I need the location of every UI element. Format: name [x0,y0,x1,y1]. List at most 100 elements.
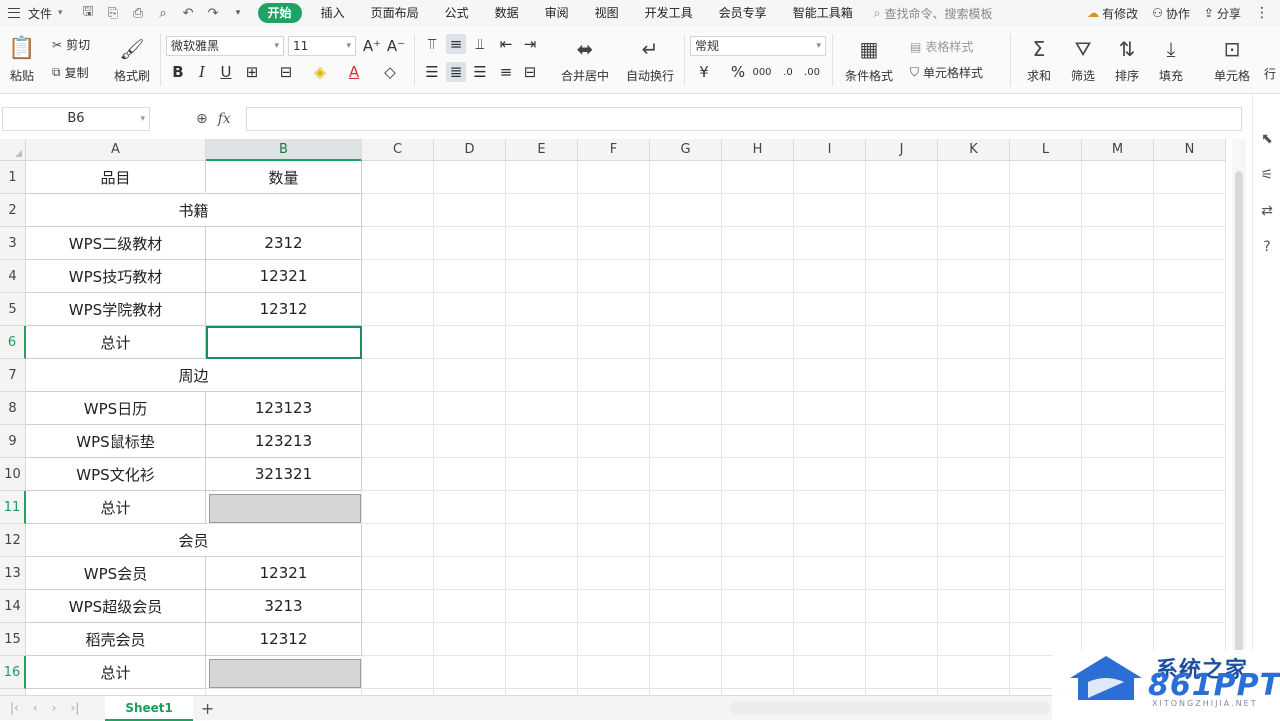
zoom-icon[interactable]: ⊕ [196,111,208,127]
merge-center-button[interactable]: ⬌ 合并居中 [554,32,616,88]
row-header-7[interactable]: 7 [0,359,26,392]
select-all-corner[interactable] [0,139,26,161]
align-center-icon[interactable]: ≣ [446,62,466,82]
save-icon[interactable]: 🖫 [81,4,96,21]
table-style-button[interactable]: ▤ 表格样式 [910,38,973,55]
paste-button[interactable]: 📋 粘贴 [4,32,40,88]
row-header-8[interactable]: 8 [0,392,26,425]
row-header-3[interactable]: 3 [0,227,26,260]
cell-b5[interactable]: 12312 [206,293,362,326]
tab-formulas[interactable]: 公式 [432,0,482,26]
fill-button[interactable]: ⤓ 填充 [1150,32,1192,88]
more-icon[interactable]: ⋮ [1255,5,1270,21]
increase-font-icon[interactable]: A⁺ [362,36,382,56]
tab-developer[interactable]: 开发工具 [632,0,706,26]
collaborate-button[interactable]: ⚇ 协作 [1152,5,1190,22]
cell-b16[interactable] [209,659,361,688]
tab-view[interactable]: 视图 [582,0,632,26]
column-header-b[interactable]: B [206,139,362,161]
row-header-1[interactable]: 1 [0,161,26,194]
row-header-13[interactable]: 13 [0,557,26,590]
cell-b1[interactable]: 数量 [206,161,362,194]
column-header-f[interactable]: F [578,139,650,161]
file-menu[interactable]: 文件 ▾ [0,0,71,26]
cell-a7-merged[interactable]: 周边 [26,359,362,392]
settings-slider-icon[interactable]: ⚟ [1258,166,1276,184]
eraser-icon[interactable]: ◇ [380,62,400,82]
cell-b8[interactable]: 123123 [206,392,362,425]
column-header-l[interactable]: L [1010,139,1082,161]
scrollbar-thumb[interactable] [1235,171,1243,661]
sort-button[interactable]: ⇅ 排序 [1106,32,1148,88]
row-header-4[interactable]: 4 [0,260,26,293]
format-painter-button[interactable]: 🖌 格式刷 [110,32,154,88]
justify-icon[interactable]: ≡ [496,62,516,82]
wrap-text-button[interactable]: ↵ 自动换行 [622,32,678,88]
italic-icon[interactable]: I [192,62,212,82]
currency-icon[interactable]: ¥ [694,62,714,82]
has-changes-button[interactable]: ☁ 有修改 [1087,5,1138,22]
cell-b10[interactable]: 321321 [206,458,362,491]
cell-b9[interactable]: 123213 [206,425,362,458]
fill-color-icon[interactable]: ◈ [310,62,330,82]
align-bottom-icon[interactable]: ⫫ [470,34,490,54]
chevron-down-icon[interactable]: ▾ [231,6,246,21]
cell-a11[interactable]: 总计 [26,491,206,524]
tab-data[interactable]: 数据 [482,0,532,26]
column-header-n[interactable]: N [1154,139,1226,161]
cell-a3[interactable]: WPS二级教材 [26,227,206,260]
cell-a2-merged[interactable]: 书籍 [26,194,362,227]
cell-a14[interactable]: WPS超级会员 [26,590,206,623]
underline-icon[interactable]: U [216,62,236,82]
cell-a6[interactable]: 总计 [26,326,206,359]
row-header-12[interactable]: 12 [0,524,26,557]
row-header-11[interactable]: 11 [0,491,26,524]
font-color-icon[interactable]: A [344,62,364,82]
column-header-c[interactable]: C [362,139,434,161]
row-col-button[interactable]: 行 [1260,32,1280,88]
column-header-m[interactable]: M [1082,139,1154,161]
thousands-icon[interactable]: 000 [752,62,772,82]
row-header-6[interactable]: 6 [0,326,26,359]
row-header-2[interactable]: 2 [0,194,26,227]
tab-insert[interactable]: 插入 [308,0,358,26]
cell-a15[interactable]: 稻壳会员 [26,623,206,656]
prev-sheet-icon[interactable]: ‹ [33,701,38,715]
export-icon[interactable]: ⎘ [106,6,121,21]
row-header-15[interactable]: 15 [0,623,26,656]
column-header-e[interactable]: E [506,139,578,161]
vertical-scrollbar[interactable] [1232,139,1246,695]
next-sheet-icon[interactable]: › [52,701,57,715]
column-header-j[interactable]: J [866,139,938,161]
number-format-select[interactable]: 常规 ▾ [690,36,826,56]
help-icon[interactable]: ? [1258,238,1276,256]
cell-a4[interactable]: WPS技巧教材 [26,260,206,293]
column-header-a[interactable]: A [26,139,206,161]
copy-button[interactable]: ⧉ 复制 [52,64,89,81]
first-sheet-icon[interactable]: |‹ [10,701,19,715]
fill-style-icon[interactable]: ⊟ [276,62,296,82]
undo-icon[interactable]: ↶ [181,6,196,21]
tab-home[interactable]: 开始 [257,3,302,23]
increase-indent-icon[interactable]: ⇥ [520,34,540,54]
conditional-format-button[interactable]: ▦ 条件格式 [838,32,900,88]
tab-smart-tools[interactable]: 智能工具箱 [780,0,866,26]
cell-b4[interactable]: 12321 [206,260,362,293]
row-header-9[interactable]: 9 [0,425,26,458]
name-box[interactable]: B6 ▾ [2,107,150,131]
cell-a1[interactable]: 品目 [26,161,206,194]
column-header-d[interactable]: D [434,139,506,161]
filter-button[interactable]: ⛛ 筛选 [1062,32,1104,88]
bold-icon[interactable]: B [168,62,188,82]
cell-a9[interactable]: WPS鼠标垫 [26,425,206,458]
column-header-g[interactable]: G [650,139,722,161]
cell-b15[interactable]: 12312 [206,623,362,656]
align-middle-icon[interactable]: ≡ [446,34,466,54]
column-header-k[interactable]: K [938,139,1010,161]
decrease-font-icon[interactable]: A⁻ [386,36,406,56]
formula-input[interactable] [246,107,1242,131]
cell-a12-merged[interactable]: 会员 [26,524,362,557]
cell-b6[interactable] [206,326,362,359]
cell-a5[interactable]: WPS学院教材 [26,293,206,326]
align-right-icon[interactable]: ☰ [470,62,490,82]
